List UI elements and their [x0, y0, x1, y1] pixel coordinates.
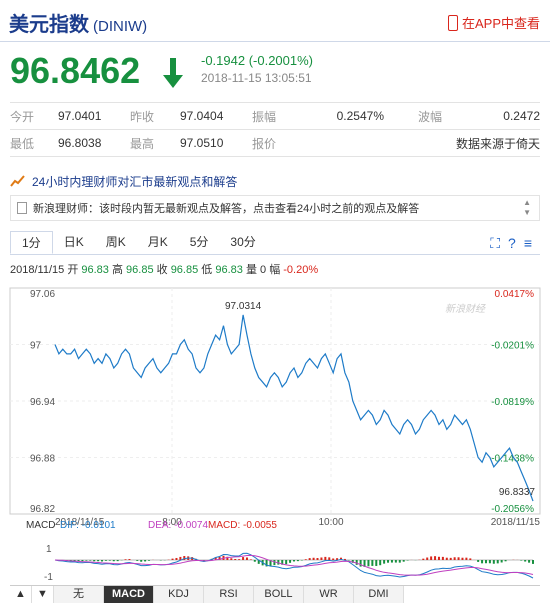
- scroll-down-button[interactable]: ▼: [32, 586, 54, 603]
- close-label: 收: [156, 264, 168, 276]
- open-value: 96.83: [81, 264, 109, 276]
- stats-table: 今开 97.0401 昨收 97.0404 振幅 0.2547% 波幅 0.24…: [10, 102, 540, 157]
- y-tick-label: 96.82: [30, 504, 55, 515]
- stats-row: 今开 97.0401 昨收 97.0404 振幅 0.2547% 波幅 0.24…: [10, 102, 540, 130]
- stat-value: 97.0510: [180, 129, 252, 157]
- tab-tools: ⛶ ? ≡: [490, 235, 532, 252]
- period-tabs: 1分 日K 周K 月K 5分 30分 ⛶ ? ≡: [10, 231, 540, 255]
- open-in-app-label: 在APP中查看: [461, 16, 540, 31]
- stat-value: 97.0404: [180, 102, 252, 130]
- indicator-tabs: ▲ ▼ 无 MACD KDJ RSI BOLL WR DMI: [10, 585, 540, 603]
- macd-value: MACD: -0.0055: [208, 520, 277, 531]
- quote-time: 2018-11-15 13:05:51: [201, 71, 312, 85]
- trend-up-icon: [10, 175, 25, 187]
- tab-indicator-kdj[interactable]: KDJ: [154, 586, 204, 603]
- y-right-tick-label: 0.0417%: [495, 289, 535, 300]
- title-name: 美元指数: [9, 14, 89, 36]
- ohlc-info: 2018/11/15 开 96.83 高 96.85 收 96.85 低 96.…: [10, 261, 550, 277]
- y-tick-label: 97.06: [30, 289, 55, 300]
- high-value: 96.85: [126, 264, 154, 276]
- scroll-up-button[interactable]: ▲: [10, 586, 32, 603]
- phone-icon: [447, 14, 458, 31]
- news-heading[interactable]: 24小时内理财师对汇市最新观点和解答: [0, 167, 550, 195]
- stat-value: 97.0401: [58, 102, 130, 130]
- tab-30min[interactable]: 30分: [219, 231, 266, 254]
- y-right-tick-label: -0.0819%: [491, 397, 534, 408]
- news-heading-label: 24小时内理财师对汇市最新观点和解答: [32, 174, 238, 189]
- price-change: -0.1942 (-0.2001%): [201, 53, 314, 68]
- y-right-tick-label: -0.2056%: [491, 504, 534, 515]
- quote-panel: 96.8462 -0.1942 (-0.2001%) 2018-11-15 13…: [0, 42, 550, 102]
- stat-label: 波幅: [384, 102, 456, 130]
- low-value: 96.83: [215, 264, 243, 276]
- tab-indicator-rsi[interactable]: RSI: [204, 586, 254, 603]
- stat-value: 96.8038: [58, 129, 130, 157]
- macd-dea-line: [54, 554, 534, 576]
- current-price: 96.8462: [10, 50, 141, 91]
- tab-1min[interactable]: 1分: [10, 231, 53, 254]
- macd-y-tick: 1: [46, 544, 52, 555]
- page-title: 美元指数 (DINIW): [9, 8, 147, 37]
- y-right-tick-label: -0.0201%: [491, 341, 534, 352]
- stat-label: 最低: [10, 129, 58, 157]
- tab-indicator-dmi[interactable]: DMI: [354, 586, 404, 603]
- stat-label: 昨收: [130, 102, 180, 130]
- stat-value: 0.2472: [456, 102, 540, 130]
- tab-5min[interactable]: 5分: [179, 231, 220, 254]
- tab-indicator-macd[interactable]: MACD: [104, 586, 154, 603]
- y-tick-label: 97: [30, 341, 42, 352]
- volume-value: 0: [260, 264, 267, 276]
- stat-value: 0.2547%: [328, 102, 384, 130]
- tab-indicator-none[interactable]: 无: [54, 586, 104, 603]
- tab-weekly[interactable]: 周K: [95, 231, 137, 254]
- x-tick-label: 10:00: [318, 517, 343, 528]
- news-scroll[interactable]: ▲ ▼: [523, 198, 531, 218]
- stat-label: 报价: [252, 129, 328, 157]
- stat-label: 今开: [10, 102, 58, 130]
- tab-daily[interactable]: 日K: [53, 231, 95, 254]
- low-label: 低: [201, 264, 213, 276]
- stat-label: 振幅: [252, 102, 328, 130]
- document-icon: [17, 202, 27, 214]
- close-value: 96.85: [170, 264, 199, 276]
- macd-label: MACD: [26, 520, 55, 531]
- macd-dea: DEA: -0.0074: [148, 520, 208, 531]
- news-item-text: 新浪理财师：该时段内暂无最新观点及解答，点击查看24小时之前的观点及解答: [33, 203, 420, 215]
- title-code: (DINIW): [93, 18, 148, 35]
- open-in-app-link[interactable]: 在APP中查看: [447, 13, 540, 32]
- tab-indicator-boll[interactable]: BOLL: [254, 586, 304, 603]
- price-line: [54, 314, 534, 502]
- watermark: 新浪财经: [445, 303, 486, 315]
- amplitude-value: -0.20%: [283, 264, 319, 276]
- price-chart[interactable]: 97.06 97 96.94 96.88 96.82 0.0417% -0.0201% -0.…: [0, 282, 550, 582]
- macd-dif: DIF: -0.0101: [60, 520, 116, 531]
- y-tick-label: 96.94: [30, 397, 55, 408]
- high-annotation: 97.0314: [225, 301, 262, 312]
- y-tick-label: 96.88: [30, 454, 55, 465]
- arrow-down-icon: [163, 58, 183, 88]
- help-icon[interactable]: ?: [508, 235, 516, 252]
- stat-label: 最高: [130, 129, 180, 157]
- stats-row: 最低 96.8038 最高 97.0510 报价 数据来源于倚天: [10, 129, 540, 157]
- amplitude-label: 幅: [269, 264, 281, 276]
- macd-y-tick: -1: [44, 572, 53, 582]
- tab-monthly[interactable]: 月K: [137, 231, 179, 254]
- x-tick-label: 2018/11/15: [491, 517, 541, 528]
- tab-indicator-wr[interactable]: WR: [304, 586, 354, 603]
- settings-icon[interactable]: ≡: [524, 235, 532, 252]
- stat-value: 数据来源于倚天: [384, 129, 540, 157]
- high-label: 高: [111, 264, 123, 276]
- info-date: 2018/11/15: [10, 264, 65, 276]
- header: 美元指数 (DINIW) 在APP中查看: [0, 0, 550, 42]
- open-label: 开: [67, 264, 79, 276]
- volume-label: 量: [245, 264, 257, 276]
- news-item[interactable]: 新浪理财师：该时段内暂无最新观点及解答，点击查看24小时之前的观点及解答 ▲ ▼: [10, 195, 540, 221]
- last-annotation: 96.8337: [499, 487, 536, 498]
- fullscreen-icon[interactable]: ⛶: [490, 235, 500, 252]
